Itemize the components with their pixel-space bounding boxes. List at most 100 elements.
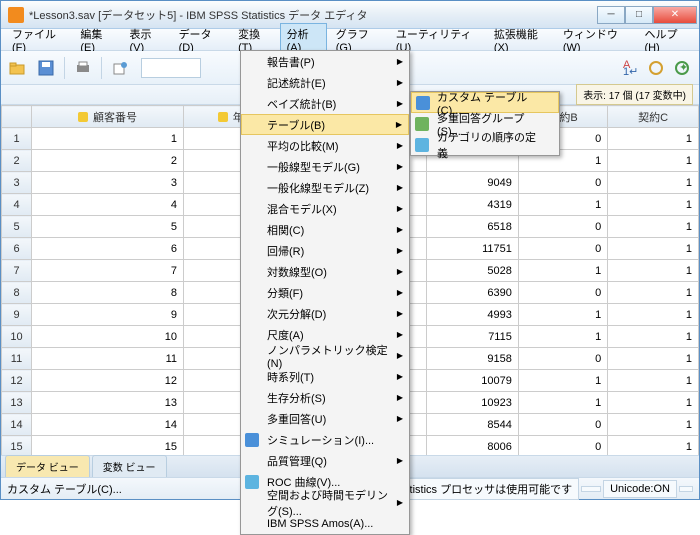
cell[interactable]: 8: [32, 282, 184, 304]
cell[interactable]: 7: [32, 260, 184, 282]
save-icon[interactable]: [33, 55, 59, 81]
value-labels-icon[interactable]: A1↵: [617, 55, 643, 81]
cell[interactable]: 3: [32, 172, 184, 194]
cell[interactable]: 14: [32, 414, 184, 436]
menu-item[interactable]: 空間および時間モデリング(S)...▶: [241, 492, 409, 513]
cell[interactable]: 1: [518, 304, 607, 326]
menu-item[interactable]: ベイズ統計(B)▶: [241, 93, 409, 114]
cell[interactable]: 6518: [426, 216, 518, 238]
cell[interactable]: 0: [518, 436, 607, 456]
cell[interactable]: 7115: [426, 326, 518, 348]
col-header[interactable]: 顧客番号: [32, 106, 184, 128]
cell[interactable]: 8006: [426, 436, 518, 456]
cell[interactable]: 6390: [426, 282, 518, 304]
goto-box[interactable]: [141, 58, 201, 78]
menu-item[interactable]: 時系列(T)▶: [241, 366, 409, 387]
insert-icon[interactable]: ✦: [669, 55, 695, 81]
row-header[interactable]: 6: [2, 238, 32, 260]
cell[interactable]: 2: [32, 150, 184, 172]
cell[interactable]: 6: [32, 238, 184, 260]
menu-item[interactable]: 一般化線型モデル(Z)▶: [241, 177, 409, 198]
col-header[interactable]: 契約C: [608, 106, 699, 128]
cell[interactable]: 8544: [426, 414, 518, 436]
menu-item[interactable]: 平均の比較(M)▶: [241, 135, 409, 156]
maximize-button[interactable]: □: [625, 6, 653, 24]
row-header[interactable]: 11: [2, 348, 32, 370]
cell[interactable]: 1: [608, 150, 699, 172]
cell[interactable]: 1: [518, 194, 607, 216]
tab-data-view[interactable]: データ ビュー: [5, 455, 90, 477]
cell[interactable]: 1: [608, 238, 699, 260]
cell[interactable]: 9: [32, 304, 184, 326]
row-header[interactable]: 2: [2, 150, 32, 172]
col-header[interactable]: [2, 106, 32, 128]
row-header[interactable]: 5: [2, 216, 32, 238]
row-header[interactable]: 8: [2, 282, 32, 304]
cell[interactable]: 4: [32, 194, 184, 216]
cell[interactable]: 0: [518, 172, 607, 194]
cell[interactable]: 0: [518, 238, 607, 260]
tab-variable-view[interactable]: 変数 ビュー: [92, 455, 167, 477]
cell[interactable]: 0: [518, 348, 607, 370]
cell[interactable]: 1: [608, 172, 699, 194]
cell[interactable]: 1: [518, 370, 607, 392]
menu-item[interactable]: ノンパラメトリック検定(N)▶: [241, 345, 409, 366]
menu-item[interactable]: 多重回答(U)▶: [241, 408, 409, 429]
cell[interactable]: 1: [518, 260, 607, 282]
cell[interactable]: 5028: [426, 260, 518, 282]
row-header[interactable]: 7: [2, 260, 32, 282]
cell[interactable]: 5: [32, 216, 184, 238]
cell[interactable]: 4319: [426, 194, 518, 216]
cell[interactable]: 11751: [426, 238, 518, 260]
close-button[interactable]: ✕: [653, 6, 697, 24]
cell[interactable]: 10923: [426, 392, 518, 414]
row-header[interactable]: 10: [2, 326, 32, 348]
cell[interactable]: 1: [608, 194, 699, 216]
variables-icon[interactable]: [643, 55, 669, 81]
cell[interactable]: 1: [608, 216, 699, 238]
menu-item[interactable]: 回帰(R)▶: [241, 240, 409, 261]
menu-item[interactable]: テーブル(B)▶: [241, 114, 409, 135]
cell[interactable]: 1: [608, 414, 699, 436]
menu-item[interactable]: 品質管理(Q)▶: [241, 450, 409, 471]
cell[interactable]: 1: [608, 348, 699, 370]
menu-item[interactable]: 次元分解(D)▶: [241, 303, 409, 324]
row-header[interactable]: 12: [2, 370, 32, 392]
cell[interactable]: 1: [608, 326, 699, 348]
open-icon[interactable]: [5, 55, 31, 81]
row-header[interactable]: 15: [2, 436, 32, 456]
row-header[interactable]: 3: [2, 172, 32, 194]
menu-item[interactable]: 分類(F)▶: [241, 282, 409, 303]
cell[interactable]: 1: [608, 260, 699, 282]
cell[interactable]: 1: [608, 304, 699, 326]
cell[interactable]: 11: [32, 348, 184, 370]
cell[interactable]: 12: [32, 370, 184, 392]
row-header[interactable]: 13: [2, 392, 32, 414]
cell[interactable]: 13: [32, 392, 184, 414]
submenu-item[interactable]: カテゴリの順序の定義: [411, 134, 559, 155]
cell[interactable]: 0: [518, 414, 607, 436]
cell[interactable]: 1: [518, 392, 607, 414]
menu-item[interactable]: 報告書(P)▶: [241, 51, 409, 72]
cell[interactable]: 15: [32, 436, 184, 456]
cell[interactable]: 9049: [426, 172, 518, 194]
menu-item[interactable]: 相関(C)▶: [241, 219, 409, 240]
menu-item[interactable]: IBM SPSS Amos(A)...: [241, 513, 409, 534]
cell[interactable]: 1: [608, 128, 699, 150]
menu-item[interactable]: シミュレーション(I)...: [241, 429, 409, 450]
cell[interactable]: 1: [518, 326, 607, 348]
cell[interactable]: 0: [518, 216, 607, 238]
minimize-button[interactable]: ─: [597, 6, 625, 24]
row-header[interactable]: 1: [2, 128, 32, 150]
menu-item[interactable]: 対数線型(O)▶: [241, 261, 409, 282]
row-header[interactable]: 9: [2, 304, 32, 326]
menu-item[interactable]: 生存分析(S)▶: [241, 387, 409, 408]
row-header[interactable]: 4: [2, 194, 32, 216]
cell[interactable]: 9158: [426, 348, 518, 370]
cell[interactable]: 1: [608, 392, 699, 414]
cell[interactable]: 0: [518, 282, 607, 304]
cell[interactable]: 1: [32, 128, 184, 150]
recall-icon[interactable]: [107, 55, 133, 81]
menu-item[interactable]: 混合モデル(X)▶: [241, 198, 409, 219]
row-header[interactable]: 14: [2, 414, 32, 436]
